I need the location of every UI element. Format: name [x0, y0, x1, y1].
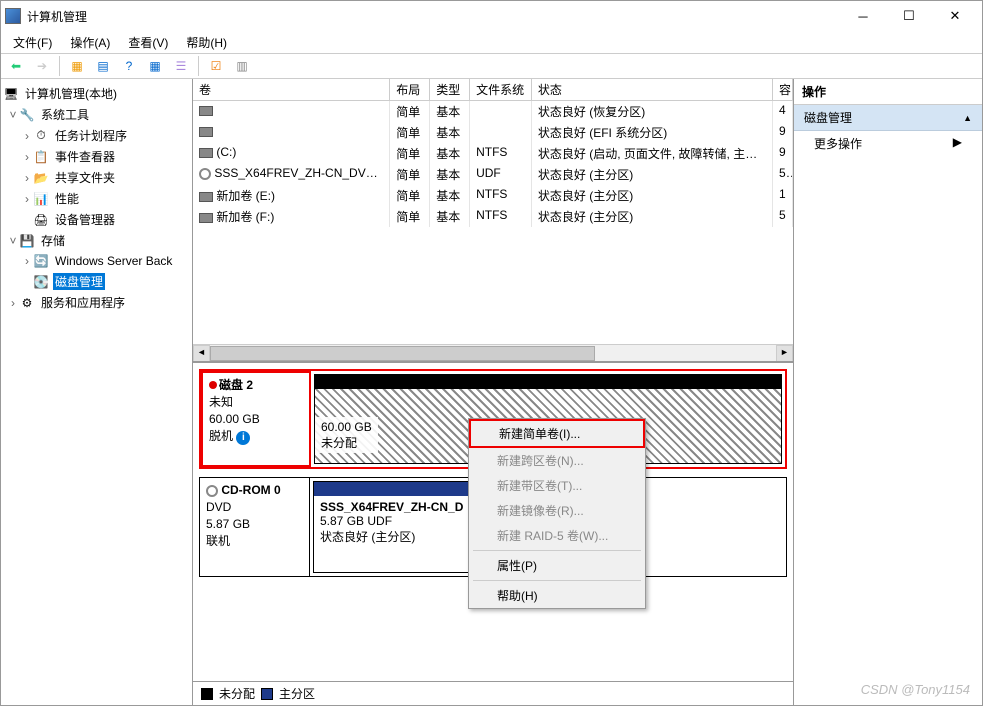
menu-view[interactable]: 查看(V): [120, 32, 176, 53]
menu-help[interactable]: 帮助(H): [178, 32, 235, 53]
ctx-new-raid5: 新建 RAID-5 卷(W)...: [469, 523, 645, 548]
tree-storage[interactable]: ˅💾存储: [3, 230, 190, 251]
toolbar-btn-2[interactable]: ▤: [92, 55, 114, 77]
window-title: 计算机管理: [27, 8, 840, 25]
tree-root[interactable]: 🖥计算机管理(本地): [3, 83, 190, 104]
disk-2-header[interactable]: 磁盘 2 未知 60.00 GB 脱机 i: [201, 371, 311, 467]
grid-h-scrollbar[interactable]: ◄ ►: [193, 344, 793, 361]
app-icon: [5, 8, 21, 24]
actions-diskmgmt[interactable]: 磁盘管理▲: [794, 105, 982, 131]
ctx-new-span: 新建跨区卷(N)...: [469, 448, 645, 473]
table-row[interactable]: 简单基本状态良好 (EFI 系统分区)9: [193, 122, 793, 143]
table-row[interactable]: SSS_X64FREV_ZH-CN_DV9 (D:)简单基本UDF状态良好 (主…: [193, 164, 793, 185]
tree-panel[interactable]: 🖥计算机管理(本地) ˅🔧系统工具 ›⏱任务计划程序 ›📋事件查看器 ›📂共享文…: [1, 79, 193, 705]
disk-graphical-panel[interactable]: 磁盘 2 未知 60.00 GB 脱机 i 60.00 GB 未分配: [193, 361, 793, 681]
tree-devmgr[interactable]: 🖨设备管理器: [3, 209, 190, 230]
grid-header[interactable]: 卷 布局 类型 文件系统 状态 容: [193, 79, 793, 101]
close-button[interactable]: ✕: [932, 1, 978, 31]
menu-action[interactable]: 操作(A): [62, 32, 118, 53]
toolbar-btn-3[interactable]: ▦: [144, 55, 166, 77]
table-row[interactable]: 新加卷 (F:)简单基本NTFS状态良好 (主分区)5: [193, 206, 793, 227]
toolbar-btn-4[interactable]: ☰: [170, 55, 192, 77]
tree-diskmgmt[interactable]: 💽磁盘管理: [3, 271, 190, 292]
tree-shared[interactable]: ›📂共享文件夹: [3, 167, 190, 188]
tree-events[interactable]: ›📋事件查看器: [3, 146, 190, 167]
legend: 未分配 主分区: [193, 681, 793, 705]
watermark: CSDN @Tony1154: [861, 682, 970, 697]
tree-task[interactable]: ›⏱任务计划程序: [3, 125, 190, 146]
ctx-new-mirror: 新建镜像卷(R)...: [469, 498, 645, 523]
tree-perf[interactable]: ›📊性能: [3, 188, 190, 209]
toolbar-btn-6[interactable]: ▥: [231, 55, 253, 77]
cdrom-partition[interactable]: SSS_X64FREV_ZH-CN_D 5.87 GB UDF 状态良好 (主分…: [313, 481, 473, 573]
actions-panel: 操作 磁盘管理▲ 更多操作▶: [794, 79, 982, 705]
ctx-new-simple[interactable]: 新建简单卷(I)...: [469, 419, 645, 448]
legend-primary-swatch: [261, 688, 273, 700]
tree-services[interactable]: ›⚙服务和应用程序: [3, 292, 190, 313]
toolbar-help[interactable]: ?: [118, 55, 140, 77]
toolbar-forward[interactable]: ➔: [31, 55, 53, 77]
offline-icon: [209, 381, 217, 389]
table-row[interactable]: 新加卷 (E:)简单基本NTFS状态良好 (主分区)1: [193, 185, 793, 206]
table-row[interactable]: (C:)简单基本NTFS状态良好 (启动, 页面文件, 故障转储, 主分区)9: [193, 143, 793, 164]
info-icon[interactable]: i: [236, 431, 250, 445]
tree-systools[interactable]: ˅🔧系统工具: [3, 104, 190, 125]
cdrom-icon: [206, 485, 218, 497]
actions-title: 操作: [794, 79, 982, 105]
ctx-help[interactable]: 帮助(H): [469, 583, 645, 608]
ctx-properties[interactable]: 属性(P): [469, 553, 645, 578]
table-row[interactable]: 简单基本状态良好 (恢复分区)4: [193, 101, 793, 122]
maximize-button[interactable]: ☐: [886, 1, 932, 31]
toolbar-back[interactable]: ⬅: [5, 55, 27, 77]
legend-unalloc-swatch: [201, 688, 213, 700]
toolbar-btn-5[interactable]: ☑: [205, 55, 227, 77]
volume-grid: 卷 布局 类型 文件系统 状态 容 简单基本状态良好 (恢复分区)4 简单基本状…: [193, 79, 793, 361]
menu-file[interactable]: 文件(F): [5, 32, 60, 53]
cdrom-0-header[interactable]: CD-ROM 0 DVD 5.87 GB 联机: [200, 478, 310, 576]
minimize-button[interactable]: ─: [840, 1, 886, 31]
actions-more[interactable]: 更多操作▶: [794, 131, 982, 156]
toolbar-btn-1[interactable]: ▦: [66, 55, 88, 77]
ctx-new-stripe: 新建带区卷(T)...: [469, 473, 645, 498]
partition-context-menu: 新建简单卷(I)... 新建跨区卷(N)... 新建带区卷(T)... 新建镜像…: [468, 418, 646, 609]
tree-wsbackup[interactable]: ›🔄Windows Server Back: [3, 251, 190, 271]
